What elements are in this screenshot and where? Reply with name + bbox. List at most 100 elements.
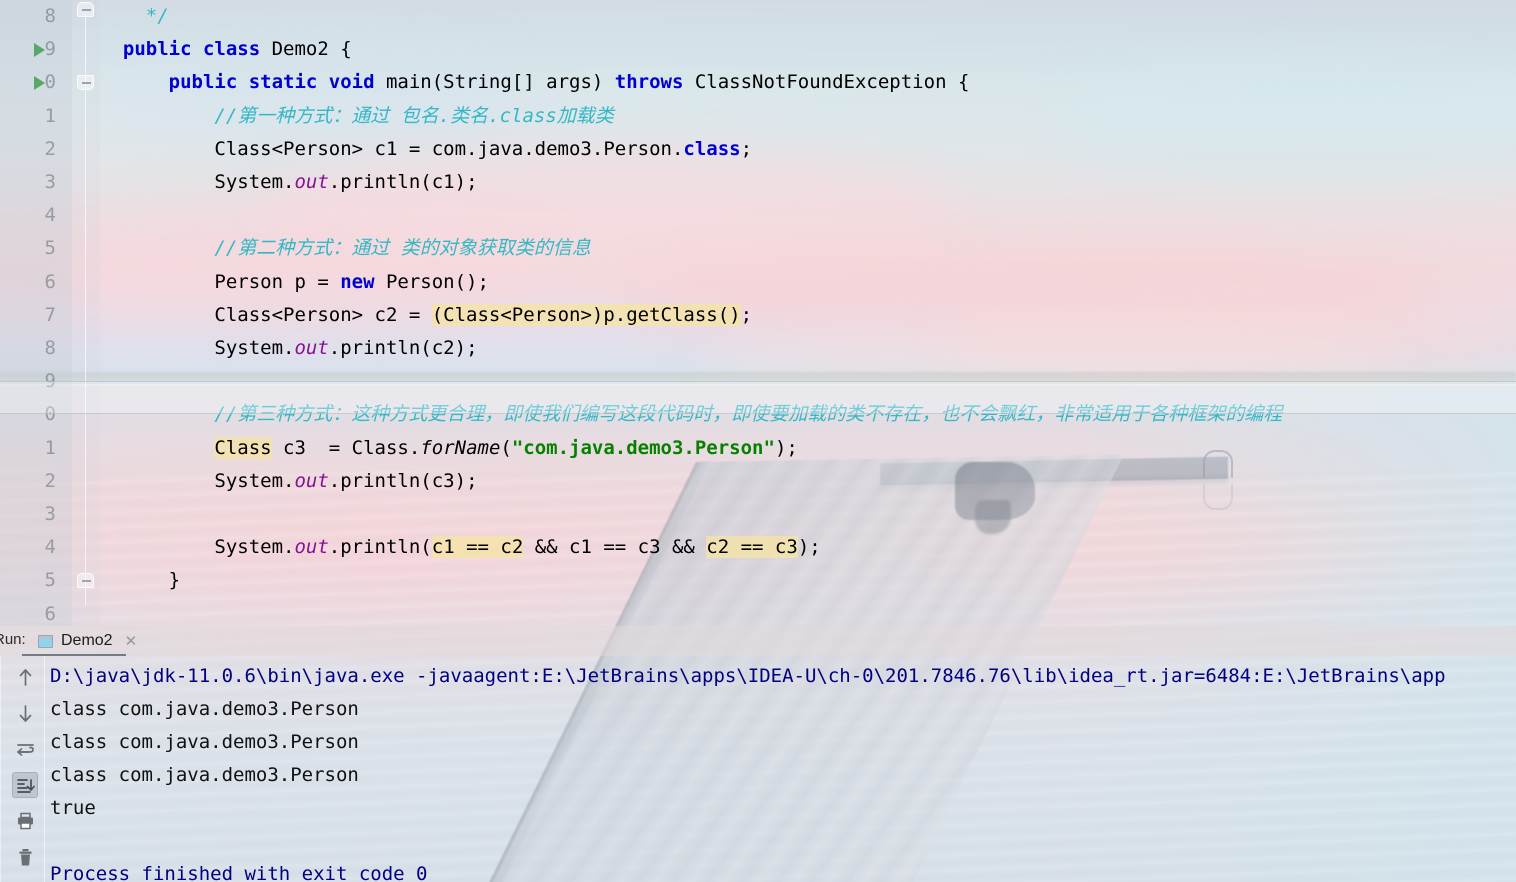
editor-line[interactable]: 2 System.out.println(c3); — [0, 465, 1516, 498]
line-number: 8 — [44, 5, 56, 27]
code-token: (Class<Person>)p.getClass() — [431, 303, 741, 326]
idea-window: 8 */9 public class Demo2 {0 public stati… — [0, 0, 1516, 882]
editor-line[interactable]: 1 Class c3 = Class.forName("com.java.dem… — [0, 432, 1516, 465]
line-number: 5 — [44, 569, 56, 592]
console-line: D:\java\jdk-11.0.6\bin\java.exe -javaage… — [50, 665, 1446, 687]
run-gutter-arrow-icon[interactable] — [34, 43, 45, 58]
code-token: } — [100, 569, 181, 592]
code-token: throws — [614, 71, 684, 94]
code-token: .println(c1); — [328, 171, 478, 193]
code-token: c2 == c3 — [706, 536, 798, 559]
line-number: 1 — [44, 436, 56, 459]
code-token: Person p = — [100, 270, 341, 293]
soft-wrap-icon[interactable] — [12, 736, 38, 762]
run-toolbar-divider — [44, 656, 45, 882]
code-token: out — [294, 536, 329, 559]
line-text: Person p = new Person(); — [100, 266, 489, 299]
rerun-up-icon[interactable] — [12, 664, 38, 690]
line-number: 8 — [44, 337, 56, 359]
editor-line[interactable]: 0 public static void main(String[] args)… — [0, 66, 1516, 99]
line-number: 9 — [44, 38, 56, 61]
line-number: 1 — [44, 104, 56, 127]
line-number: 5 — [44, 237, 56, 260]
console-line: Process finished with exit code 0 — [50, 863, 428, 882]
console-line: class com.java.demo3.Person — [50, 731, 359, 753]
code-editor[interactable]: 8 */9 public class Demo2 {0 public stati… — [0, 0, 1516, 626]
editor-line[interactable]: 4 System.out.println(c1 == c2 && c1 == c… — [0, 531, 1516, 564]
code-token: System. — [100, 337, 295, 359]
code-token: //第二种方式：通过 类的对象获取类的信息 — [100, 237, 591, 260]
editor-line[interactable]: 8 System.out.println(c2); — [0, 332, 1516, 365]
clear-all-icon[interactable] — [12, 844, 38, 870]
line-number: 4 — [44, 536, 56, 559]
editor-line[interactable]: 3 System.out.println(c1); — [0, 166, 1516, 199]
code-token: .println( — [328, 536, 432, 559]
line-text: System.out.println(c3); — [100, 465, 478, 498]
line-text: } — [100, 564, 180, 597]
code-token: forName — [420, 436, 501, 459]
run-tab-title: Demo2 — [61, 632, 113, 649]
editor-line[interactable]: 6 Person p = new Person(); — [0, 266, 1516, 299]
code-token: class — [683, 137, 741, 160]
code-token: public static void — [168, 71, 375, 94]
code-token: ClassNotFoundException { — [683, 71, 970, 94]
editor-lines[interactable]: 8 */9 public class Demo2 {0 public stati… — [0, 0, 1516, 626]
code-token: */ — [100, 5, 169, 27]
line-text: //第一种方式：通过 包名.类名.class加载类 — [100, 100, 613, 133]
code-token: Class<Person> c1 = com.java.demo3.Person… — [100, 137, 684, 160]
close-icon[interactable]: ✕ — [125, 632, 138, 650]
code-token: Class — [214, 436, 272, 459]
line-number: 6 — [44, 602, 56, 625]
editor-line[interactable]: 9 public class Demo2 { — [0, 33, 1516, 66]
console-line: true — [50, 797, 96, 819]
run-tool-window[interactable]: Run: Demo2 ✕ — [0, 626, 1516, 882]
code-token: Class<Person> c2 = — [100, 303, 432, 326]
editor-line[interactable]: 8 */ — [0, 0, 1516, 33]
print-icon[interactable] — [12, 808, 38, 834]
line-number: 3 — [44, 171, 56, 193]
line-text: System.out.println(c1 == c2 && c1 == c3 … — [100, 531, 821, 564]
fold-marker-icon[interactable] — [77, 2, 94, 17]
code-token: new — [340, 270, 375, 293]
line-number: 2 — [44, 469, 56, 492]
line-number: 2 — [44, 137, 56, 160]
run-console-toolbar[interactable] — [8, 658, 42, 882]
line-text: System.out.println(c2); — [100, 332, 477, 365]
line-text: public class Demo2 { — [100, 33, 352, 66]
editor-line[interactable]: 6 — [0, 598, 1516, 626]
rerun-down-icon[interactable] — [12, 700, 38, 726]
code-token: out — [294, 337, 329, 359]
code-token: ; — [740, 303, 753, 326]
line-text: Class<Person> c1 = com.java.demo3.Person… — [100, 133, 752, 166]
console-line: class com.java.demo3.Person — [50, 764, 359, 786]
editor-line[interactable]: 3 — [0, 498, 1516, 531]
editor-line[interactable]: 5 } — [0, 564, 1516, 597]
code-token: System. — [100, 536, 295, 559]
code-token: ); — [797, 536, 821, 559]
code-token: System. — [100, 171, 295, 193]
code-token: out — [294, 469, 329, 492]
code-token: .println(c3); — [328, 469, 478, 492]
run-tool-window-header — [0, 626, 1516, 656]
editor-line[interactable]: 1 //第一种方式：通过 包名.类名.class加载类 — [0, 100, 1516, 133]
run-gutter-arrow-icon[interactable] — [34, 76, 45, 91]
run-console-output[interactable]: D:\java\jdk-11.0.6\bin\java.exe -javaage… — [50, 660, 1516, 882]
editor-line[interactable]: 5 //第二种方式：通过 类的对象获取类的信息 — [0, 232, 1516, 265]
line-number: 3 — [44, 503, 56, 525]
line-text: Class<Person> c2 = (Class<Person>)p.getC… — [100, 299, 752, 332]
code-token: c3 = Class. — [271, 436, 421, 459]
editor-line[interactable]: 4 — [0, 199, 1516, 232]
editor-line[interactable]: 7 Class<Person> c2 = (Class<Person>)p.ge… — [0, 299, 1516, 332]
editor-line[interactable]: 2 Class<Person> c1 = com.java.demo3.Pers… — [0, 133, 1516, 166]
code-token: ; — [740, 137, 753, 160]
scroll-to-end-icon[interactable] — [12, 772, 38, 798]
fold-marker-icon[interactable] — [77, 573, 94, 589]
code-token: Demo2 { — [260, 38, 352, 61]
code-token: && c1 == c3 && — [523, 536, 707, 559]
run-tab-demo2[interactable]: Demo2 ✕ — [30, 626, 145, 656]
code-token: c1 == c2 — [431, 536, 524, 559]
line-text: */ — [100, 0, 169, 33]
fold-marker-icon[interactable] — [77, 75, 94, 91]
